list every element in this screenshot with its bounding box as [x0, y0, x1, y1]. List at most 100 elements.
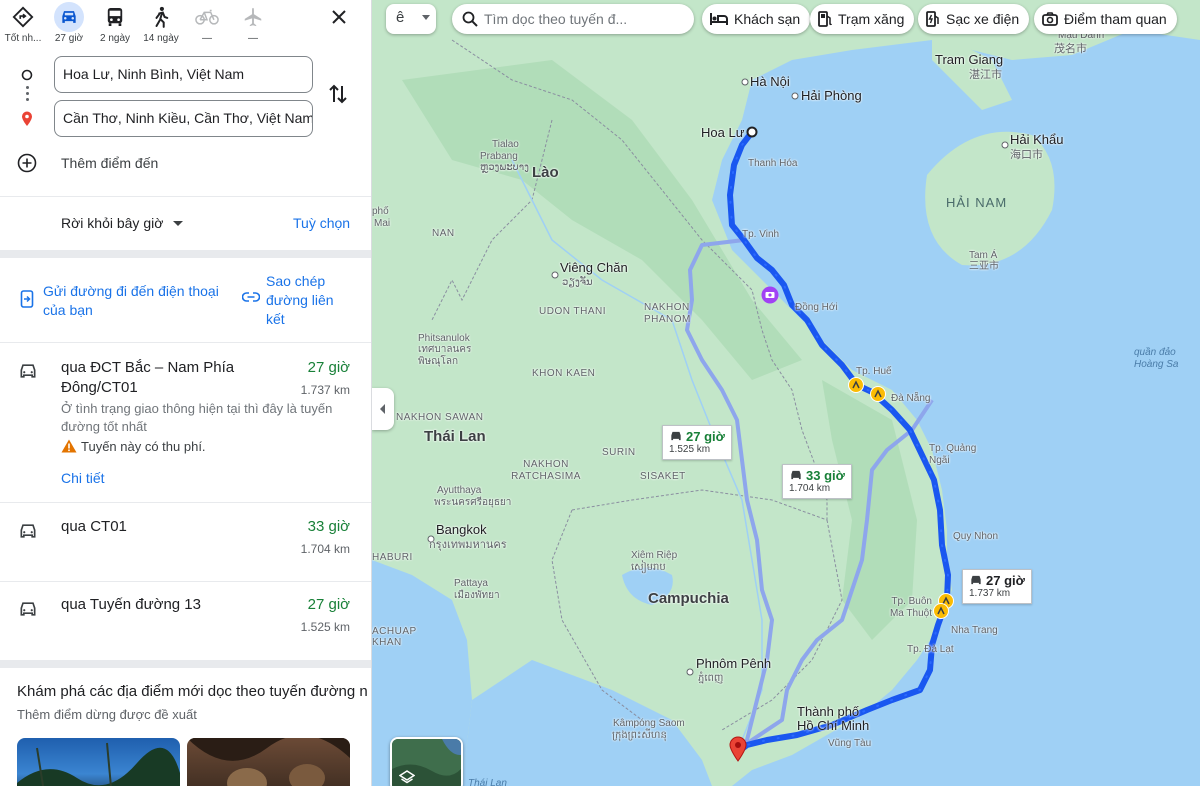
route-info-box[interactable]: 33 giờ 1.704 km	[782, 464, 852, 499]
chip-label: Sạc xe điện	[946, 11, 1020, 27]
route-info-box[interactable]: 27 giờ 1.737 km	[962, 569, 1032, 604]
map-label: Mai	[374, 218, 391, 229]
map-label: 海口市	[1010, 149, 1043, 161]
map-label: KHON KAEN	[532, 368, 596, 379]
map-label: Pattaya	[454, 578, 488, 589]
route-box-time: 27 giờ	[986, 573, 1025, 588]
route-time: 27 giờ	[307, 359, 350, 376]
route-distance: 1.704 km	[300, 542, 350, 556]
car-icon	[54, 2, 84, 32]
add-circle-icon	[17, 153, 37, 173]
chip-gas-stations[interactable]: Trạm xăng	[810, 4, 915, 34]
map-label: Đà Nẵng	[891, 393, 931, 404]
chip-hotels[interactable]: Khách sạn	[702, 4, 811, 34]
suggested-stop-photo	[187, 738, 350, 786]
mode-transit[interactable]: 2 ngày	[92, 2, 138, 44]
map-label: Phnôm Pênh	[696, 656, 772, 671]
close-directions-button[interactable]	[326, 4, 352, 30]
route-details-link[interactable]: Chi tiết	[61, 470, 105, 486]
warning-icon	[61, 439, 77, 453]
map-label: NAKHON SAWAN	[396, 412, 484, 423]
mode-label: —	[248, 33, 258, 44]
send-to-phone-label: Gửi đường đi đến điện thoại của bạn	[43, 283, 219, 318]
explore-subtitle: Thêm điểm dừng được đề xuất	[17, 707, 197, 722]
explore-title: Khám phá các địa điểm mới dọc theo tuyến…	[17, 683, 368, 700]
copy-link-label: Sao chép đường liên kết	[266, 273, 334, 327]
link-icon	[242, 292, 260, 302]
origin-row: Hoa Lư, Ninh Bình, Việt Nam	[0, 56, 371, 94]
map-label: Thái Lan	[424, 428, 486, 445]
hotel-icon	[710, 13, 728, 25]
route-option-2[interactable]: qua CT01 33 giờ 1.704 km	[0, 516, 371, 580]
add-destination-button[interactable]: Thêm điểm đến	[0, 148, 371, 178]
route-info-box[interactable]: 27 giờ 1.525 km	[662, 425, 732, 460]
send-to-phone-link[interactable]: Gửi đường đi đến điện thoại của bạn	[20, 282, 230, 322]
depart-time-dropdown[interactable]: Rời khỏi bây giờ	[61, 215, 184, 231]
car-icon	[20, 524, 36, 538]
search-along-route[interactable]: Tìm dọc theo tuyến đ...	[452, 4, 694, 34]
mode-label: Tốt nh...	[4, 33, 42, 44]
map-label: KHAN	[372, 637, 402, 648]
map-label: Bangkok	[436, 522, 487, 537]
toll-marker-icon[interactable]	[933, 603, 949, 619]
route-distance: 1.737 km	[300, 383, 350, 397]
map-canvas[interactable]: Hà Nội Hải Phòng Hoa Lư Thanh Hóa Tp. Vi…	[372, 0, 1200, 786]
map-label: Thái Lan	[468, 778, 507, 786]
origin-input[interactable]: Hoa Lư, Ninh Bình, Việt Nam	[54, 56, 313, 93]
map-label: Hải Phòng	[801, 88, 862, 103]
divider	[0, 196, 371, 197]
destination-row: Cần Thơ, Ninh Kiều, Cần Thơ, Việt Nam	[0, 100, 371, 138]
map-label: Tram Giang	[935, 52, 1004, 67]
mode-label: —	[202, 33, 212, 44]
travel-mode-bar: Tốt nh... 27 giờ 2 ngày 14 ngày — —	[0, 0, 371, 50]
map-label: Campuchia	[648, 590, 729, 607]
suggested-stop-card[interactable]	[17, 738, 180, 786]
route-option-3[interactable]: qua Tuyến đường 13 27 giờ 1.525 km	[0, 594, 371, 658]
add-destination-label: Thêm điểm đến	[61, 155, 159, 171]
map-base	[372, 0, 1200, 786]
swap-waypoints-button[interactable]	[328, 82, 352, 108]
copy-link-button[interactable]: Sao chép đường liên kết	[242, 272, 352, 328]
toll-marker-icon[interactable]	[870, 386, 886, 402]
divider	[0, 342, 371, 343]
search-placeholder: Tìm dọc theo tuyến đ...	[484, 11, 628, 27]
chip-label: Trạm xăng	[838, 11, 905, 27]
mode-car[interactable]: 27 giờ	[46, 2, 92, 44]
map-label: phố	[372, 206, 389, 217]
divider	[0, 660, 371, 668]
toll-marker-icon[interactable]	[848, 377, 864, 393]
suggested-stop-card[interactable]	[187, 738, 350, 786]
mode-flight[interactable]: —	[230, 2, 276, 44]
map-label: Hà Nội	[750, 74, 790, 89]
depart-label: Rời khỏi bây giờ	[61, 215, 164, 231]
options-button[interactable]: Tuỳ chọn	[293, 215, 350, 231]
map-label: quần đảo Hoàng Sa	[1134, 347, 1179, 370]
map-label: Kâmpóng Saom	[613, 718, 685, 729]
map-label: Tp. Đà Lạt	[907, 644, 954, 655]
map-label: Thanh Hóa	[748, 158, 798, 169]
bus-icon	[100, 2, 130, 32]
chip-attractions[interactable]: Điểm tham quan	[1034, 4, 1177, 34]
origin-marker-icon[interactable]	[746, 126, 758, 138]
route-option-1[interactable]: qua ĐCT Bắc – Nam Phía Đông/CT01 27 giờ …	[0, 356, 371, 502]
map-label: Tp. Huế	[856, 366, 892, 377]
toll-notice: Tuyến này có thu phí.	[61, 439, 206, 454]
map-label: ក្រុងព្រះសីហនុ	[612, 730, 667, 741]
input-tools-button[interactable]: ê	[386, 4, 436, 34]
collapse-panel-button[interactable]	[372, 388, 394, 430]
layers-toggle[interactable]	[390, 737, 463, 786]
destination-input[interactable]: Cần Thơ, Ninh Kiều, Cần Thơ, Việt Nam	[54, 100, 313, 137]
map-label: Nha Trang	[951, 625, 998, 636]
attraction-marker-icon[interactable]	[761, 286, 779, 304]
map-label: Viêng Chăn	[560, 260, 628, 275]
mode-walk[interactable]: 14 ngày	[138, 2, 184, 44]
map-label: 三亚市	[969, 261, 999, 272]
best-route-icon	[8, 2, 38, 32]
map-label: 湛江市	[969, 69, 1002, 81]
mode-bike[interactable]: —	[184, 2, 230, 44]
mode-best[interactable]: Tốt nh...	[0, 2, 46, 44]
chip-ev-charging[interactable]: Sạc xe điện	[918, 4, 1030, 34]
route-time: 33 giờ	[307, 518, 350, 535]
destination-pin-icon[interactable]	[729, 736, 747, 762]
walk-icon	[146, 2, 176, 32]
